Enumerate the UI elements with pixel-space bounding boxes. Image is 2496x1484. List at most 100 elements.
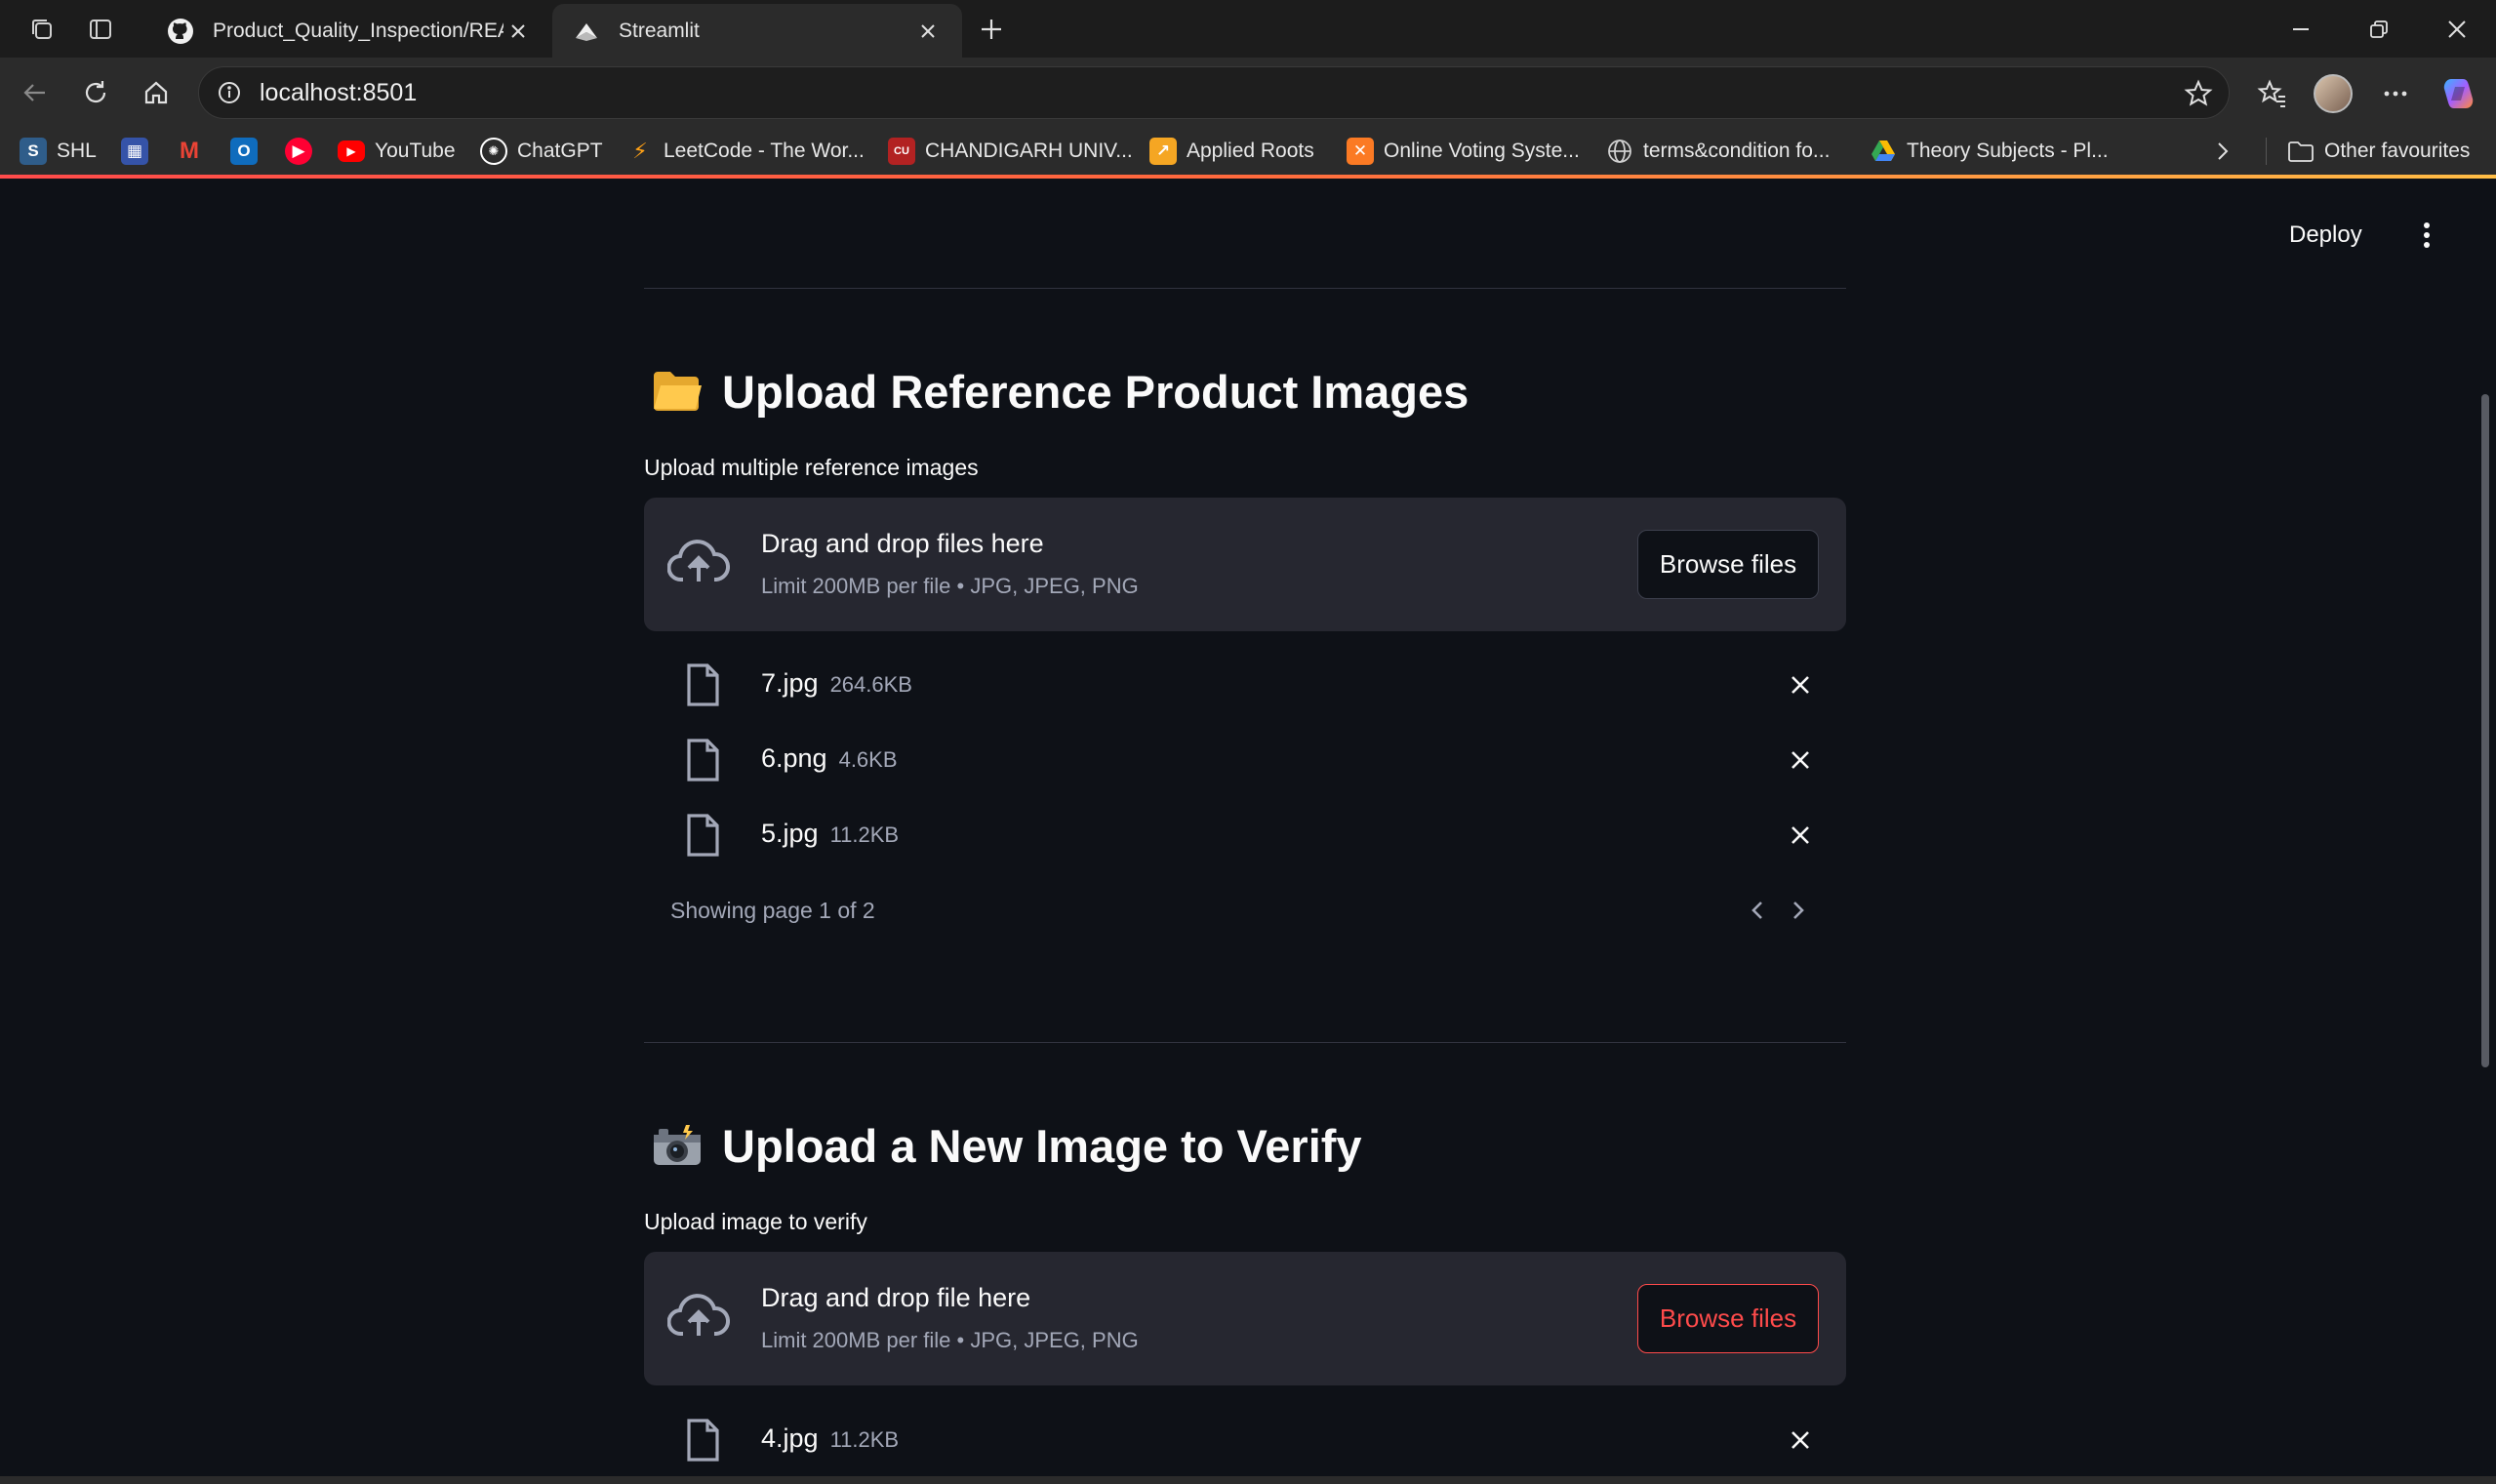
vertical-tabs-icon[interactable] — [82, 12, 119, 47]
bookmark-applied-roots[interactable]: ↗ Applied Roots — [1149, 136, 1314, 167]
bookmark-chatgpt[interactable]: ✺ ChatGPT — [480, 136, 603, 167]
bookmark-label: SHL — [57, 140, 97, 162]
applied-roots-icon: ↗ — [1149, 138, 1177, 165]
bookmark-label: Applied Roots — [1187, 140, 1314, 162]
file-size: 4.6KB — [838, 747, 898, 772]
address-bar[interactable]: localhost:8501 — [198, 66, 2230, 119]
bookmark-label: Online Voting Syste... — [1384, 140, 1580, 162]
github-icon — [166, 17, 195, 46]
bookmark-terms-condition[interactable]: terms&condition fo... — [1606, 136, 1830, 167]
reference-dropzone[interactable]: Drag and drop files here Limit 200MB per… — [644, 498, 1846, 631]
verify-dropzone[interactable]: Drag and drop file here Limit 200MB per … — [644, 1252, 1846, 1385]
main-menu-icon[interactable] — [2412, 216, 2441, 255]
outlook-icon: O — [230, 138, 258, 165]
bookmarks-overflow-chevron-icon[interactable] — [2211, 136, 2234, 167]
close-tab-icon[interactable] — [913, 17, 943, 46]
tab-title: Product_Quality_Inspection/README.md — [213, 19, 503, 42]
dropzone-title: Drag and drop file here — [761, 1283, 1031, 1312]
tab-github-readme[interactable]: Product_Quality_Inspection/README.md — [146, 4, 552, 58]
bookmark-calendar[interactable]: ▦ — [121, 136, 148, 167]
other-favourites-folder[interactable]: Other favourites — [2287, 136, 2470, 167]
bookmark-label: terms&condition fo... — [1643, 140, 1831, 162]
bookmark-youtube-music[interactable]: ▶ — [285, 136, 312, 167]
next-page-chevron-icon[interactable] — [1784, 896, 1813, 925]
bookmark-leetcode[interactable]: ⚡ LeetCode - The Wor... — [626, 136, 865, 167]
new-tab-button[interactable] — [972, 12, 1011, 47]
file-name-text: 4.jpg — [761, 1424, 819, 1453]
browser-tab-bar: Product_Quality_Inspection/README.md Str… — [0, 0, 2496, 58]
site-info-icon[interactable] — [215, 78, 244, 107]
bookmark-online-voting[interactable]: ✕ Online Voting Syste... — [1347, 136, 1580, 167]
youtube-music-icon: ▶ — [285, 138, 312, 165]
remove-file-icon[interactable] — [1786, 670, 1815, 700]
file-icon — [687, 814, 719, 857]
remove-file-icon[interactable] — [1786, 745, 1815, 775]
shl-icon: S — [20, 138, 47, 165]
url-text: localhost:8501 — [260, 78, 418, 106]
bookmark-label: CHANDIGARH UNIV... — [925, 140, 1133, 162]
page-scrollbar[interactable] — [2481, 394, 2489, 1067]
camera-flash-icon — [650, 1118, 705, 1173]
dropzone-title: Drag and drop files here — [761, 529, 1044, 558]
bookmarks-bar: S SHL ▦ M O ▶ ▶ YouTube ✺ ChatGPT ⚡ Leet… — [0, 128, 2496, 175]
bookmark-chandigarh-univ[interactable]: CU CHANDIGARH UNIV... — [888, 136, 1133, 167]
pagination-text: Showing page 1 of 2 — [670, 898, 875, 923]
previous-page-chevron-icon[interactable] — [1743, 896, 1772, 925]
dropzone-limit-text: Limit 200MB per file • JPG, JPEG, PNG — [761, 1328, 1139, 1352]
divider — [644, 1042, 1846, 1043]
file-icon — [687, 739, 719, 782]
bookmark-label: YouTube — [375, 140, 456, 162]
reference-uploader-label: Upload multiple reference images — [644, 455, 979, 480]
avatar — [2314, 74, 2353, 113]
restore-window-button[interactable] — [2350, 10, 2408, 49]
xampp-icon: ✕ — [1347, 138, 1374, 165]
bookmark-outlook[interactable]: O — [230, 136, 258, 167]
globe-icon — [1606, 138, 1633, 165]
bookmark-label: Theory Subjects - Pl... — [1907, 140, 2109, 162]
section-title-text: Upload Reference Product Images — [722, 365, 1469, 418]
tab-streamlit[interactable]: Streamlit — [552, 4, 962, 58]
file-icon — [687, 1419, 719, 1462]
tab-title: Streamlit — [619, 19, 700, 42]
bookmark-gmail[interactable]: M — [176, 136, 203, 167]
minimize-window-button[interactable] — [2272, 10, 2330, 49]
bookmark-theory-subjects[interactable]: Theory Subjects - Pl... — [1870, 136, 2109, 167]
favorite-star-icon[interactable] — [2182, 77, 2215, 110]
workspaces-icon[interactable] — [23, 12, 60, 47]
uploaded-file-row: 4.jpg 11.2KB — [644, 1406, 1846, 1474]
youtube-icon: ▶ — [338, 140, 365, 162]
file-icon — [687, 663, 719, 706]
cloud-upload-icon — [667, 1294, 730, 1336]
verify-uploader-label: Upload image to verify — [644, 1209, 867, 1234]
profile-avatar[interactable] — [2311, 71, 2355, 116]
chandigarh-univ-icon: CU — [888, 138, 915, 165]
more-options-icon[interactable] — [2373, 71, 2418, 116]
home-icon[interactable] — [135, 71, 178, 114]
divider — [644, 288, 1846, 289]
uploaded-file-row: 6.png 4.6KB — [644, 726, 1846, 794]
copilot-icon[interactable] — [2437, 71, 2482, 116]
remove-file-icon[interactable] — [1786, 1425, 1815, 1455]
dropzone-limit-text: Limit 200MB per file • JPG, JPEG, PNG — [761, 574, 1139, 598]
browse-files-button[interactable]: Browse files — [1637, 530, 1819, 599]
browse-files-button[interactable]: Browse files — [1637, 1284, 1819, 1353]
file-size: 264.6KB — [829, 672, 912, 697]
bookmark-label: ChatGPT — [517, 140, 603, 162]
file-size: 11.2KB — [829, 1427, 900, 1452]
deploy-button[interactable]: Deploy — [2289, 221, 2362, 249]
remove-file-icon[interactable] — [1786, 821, 1815, 850]
file-name: 4.jpg 11.2KB — [761, 1424, 899, 1454]
bookmark-shl[interactable]: S SHL — [20, 136, 97, 167]
file-name-text: 7.jpg — [761, 668, 819, 698]
close-tab-icon[interactable] — [503, 17, 533, 46]
close-window-button[interactable] — [2428, 10, 2486, 49]
file-name-text: 5.jpg — [761, 819, 819, 848]
cloud-upload-icon — [667, 540, 730, 582]
streamlit-icon — [572, 17, 601, 46]
refresh-icon[interactable] — [74, 71, 117, 114]
bookmarks-divider — [2266, 138, 2267, 165]
verify-section-title: Upload a New Image to Verify — [650, 1118, 1362, 1173]
back-arrow-icon[interactable] — [14, 71, 57, 114]
favorites-icon[interactable] — [2250, 71, 2295, 116]
bookmark-youtube[interactable]: ▶ YouTube — [338, 136, 456, 167]
